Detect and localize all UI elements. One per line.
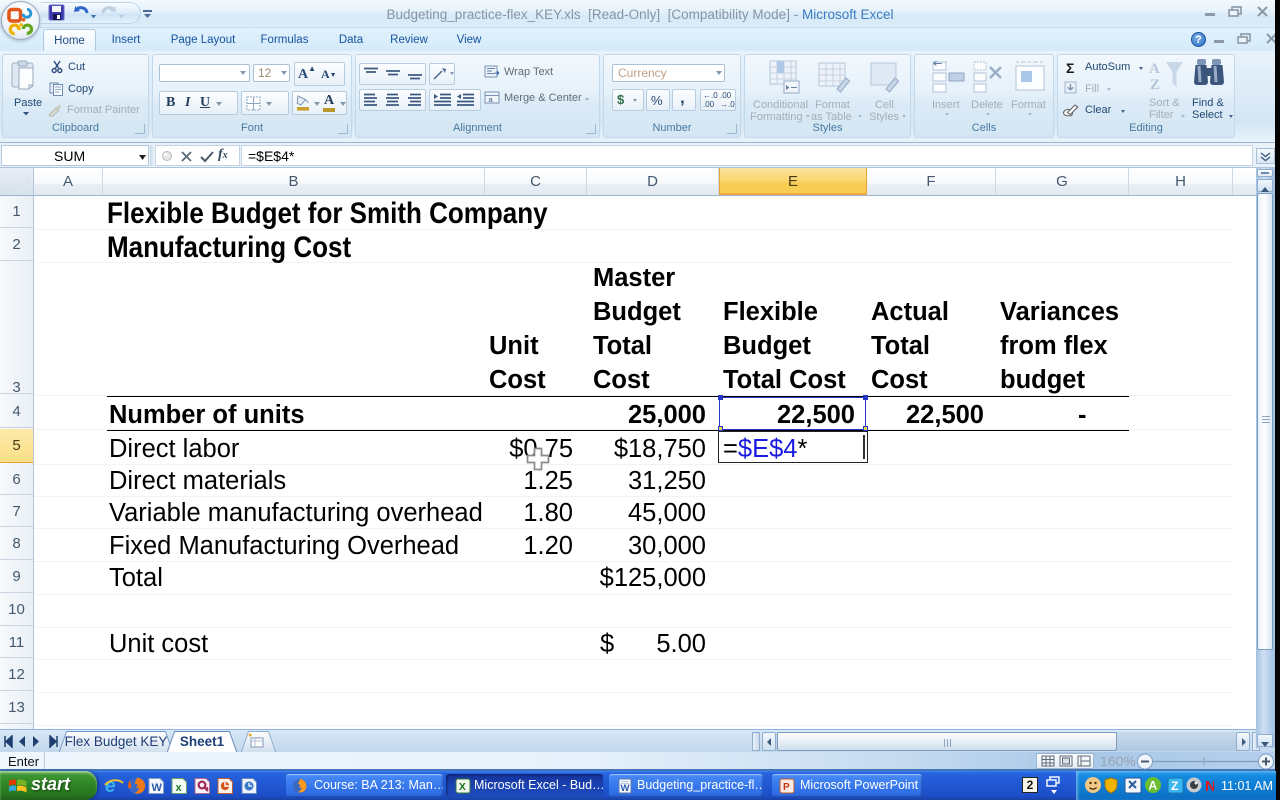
svg-text:e: e [105,776,116,797]
svg-text:N: N [1205,778,1214,795]
svg-text:P: P [783,782,790,793]
svg-text:W: W [152,782,163,794]
svg-text:X: X [459,782,466,793]
svg-text:A: A [1149,61,1160,77]
svg-text:Z: Z [1171,779,1178,793]
svg-text:W: W [621,783,630,794]
svg-text:A: A [1149,779,1158,793]
svg-text:Z: Z [1150,77,1160,93]
svg-text:x: x [176,782,183,794]
